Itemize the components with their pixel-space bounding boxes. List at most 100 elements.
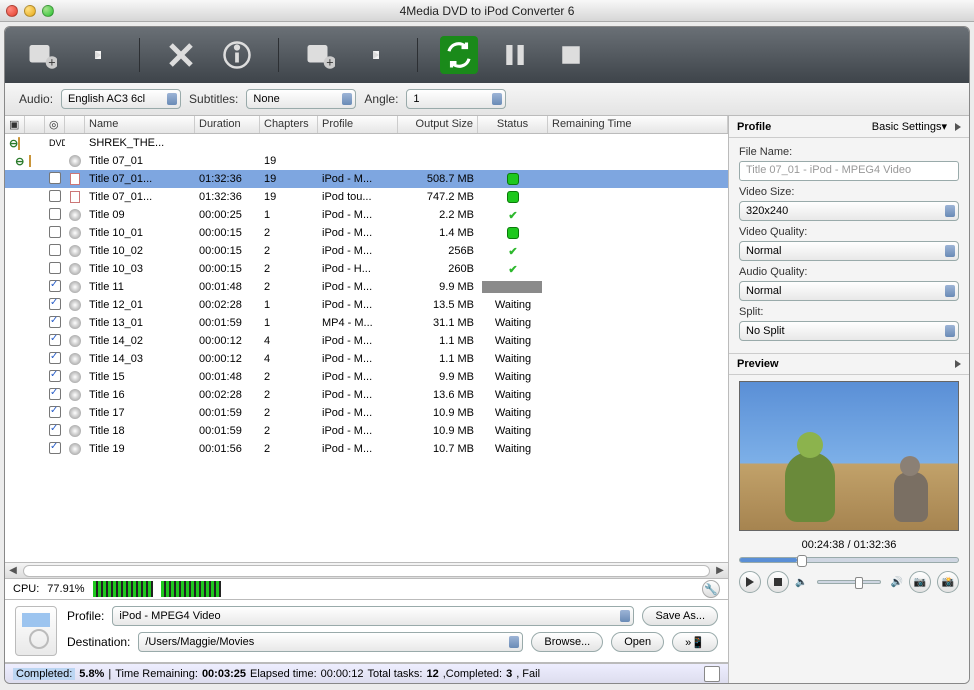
row-checkbox[interactable] — [49, 370, 61, 382]
delete-button[interactable] — [162, 36, 200, 74]
volume-max-icon: 🔊 — [891, 577, 903, 588]
videosize-select[interactable]: 320x240 — [739, 201, 959, 221]
main-toolbar: + + — [5, 27, 969, 83]
export-to-device-button[interactable]: »📱 — [672, 632, 718, 652]
ipod-icon — [15, 606, 57, 656]
browse-button[interactable]: Browse... — [531, 632, 603, 652]
col-name[interactable]: Name — [85, 116, 195, 133]
svg-text:+: + — [326, 55, 333, 69]
videoquality-select[interactable]: Normal▲▼ — [739, 241, 959, 261]
destination-select[interactable]: /Users/Maggie/Movies — [138, 632, 523, 652]
filename-field[interactable]: Title 07_01 - iPod - MPEG4 Video — [739, 161, 959, 181]
profile-select[interactable]: iPod - MPEG4 Video▲▼ — [112, 606, 634, 626]
table-row[interactable]: Title 12_0100:02:281iPod - M...13.5 MBWa… — [5, 296, 728, 314]
table-row[interactable]: Title 1900:01:562iPod - M...10.7 MBWaiti… — [5, 440, 728, 458]
table-row[interactable]: Title 14_0200:00:124iPod - M...1.1 MBWai… — [5, 332, 728, 350]
videoquality-label: Video Quality: — [739, 226, 959, 238]
convert-button[interactable] — [440, 36, 478, 74]
row-checkbox[interactable] — [49, 352, 61, 364]
col-status[interactable]: Status — [478, 116, 548, 133]
table-row[interactable]: Title 10_0200:00:152iPod - M...256B✔ — [5, 242, 728, 260]
table-row[interactable]: Title 1600:02:282iPod - M...13.6 MBWaiti… — [5, 386, 728, 404]
panel-next-button[interactable] — [955, 123, 961, 131]
table-row[interactable]: Title 1700:01:592iPod - M...10.9 MBWaiti… — [5, 404, 728, 422]
panel-profile-label: Profile — [737, 121, 771, 133]
audioquality-select[interactable]: Normal▲▼ — [739, 281, 959, 301]
open-button[interactable]: Open — [611, 632, 664, 652]
col-output[interactable]: Output Size — [398, 116, 478, 133]
table-row[interactable]: Title 13_0100:01:591MP4 - M...31.1 MBWai… — [5, 314, 728, 332]
angle-label: Angle: — [364, 92, 398, 106]
log-button[interactable] — [704, 666, 720, 682]
row-checkbox[interactable] — [49, 334, 61, 346]
table-row[interactable]: Title 1500:01:482iPod - M...9.9 MBWaitin… — [5, 368, 728, 386]
window-title: 4Media DVD to iPod Converter 6 — [0, 4, 974, 18]
preview-play-button[interactable] — [739, 571, 761, 593]
table-row[interactable]: ⊖ DVDSHREK_THE... — [5, 134, 728, 152]
cpu-row: CPU:77.91% 🔧 — [5, 578, 728, 600]
table-row[interactable]: Title 10_0100:00:152iPod - M...1.4 MB — [5, 224, 728, 242]
table-row[interactable]: Title 1800:01:592iPod - M...10.9 MBWaiti… — [5, 422, 728, 440]
add-file-button[interactable]: + — [23, 36, 61, 74]
table-row[interactable]: Title 07_01...01:32:3619iPod - M...508.7… — [5, 170, 728, 188]
row-checkbox[interactable] — [49, 280, 61, 292]
table-row[interactable]: Title 10_0300:00:152iPod - H...260B✔ — [5, 260, 728, 278]
volume-slider[interactable] — [817, 580, 880, 584]
split-label: Split: — [739, 306, 959, 318]
table-row[interactable]: Title 1100:01:482iPod - M...9.9 MB — [5, 278, 728, 296]
table-row[interactable]: Title 14_0300:00:124iPod - M...1.1 MBWai… — [5, 350, 728, 368]
row-checkbox[interactable] — [49, 190, 61, 202]
row-checkbox[interactable] — [49, 244, 61, 256]
col-check[interactable]: ◎ — [45, 116, 65, 133]
status-bar: Completed: 5.8% | Time Remaining: 00:03:… — [5, 663, 728, 683]
titlebar: 4Media DVD to iPod Converter 6 — [0, 0, 974, 22]
row-checkbox[interactable] — [49, 442, 61, 454]
col-toggle[interactable]: ▣ — [5, 116, 25, 133]
row-checkbox[interactable] — [49, 388, 61, 400]
basic-settings-dropdown[interactable]: Basic Settings▾ — [872, 120, 947, 133]
filename-label: File Name: — [739, 146, 959, 158]
audio-label: Audio: — [19, 92, 53, 106]
bottom-panel: Profile: iPod - MPEG4 Video▲▼ Save As...… — [5, 600, 728, 663]
col-duration[interactable]: Duration — [195, 116, 260, 133]
row-checkbox[interactable] — [49, 208, 61, 220]
row-checkbox[interactable] — [49, 226, 61, 238]
preview-expand-button[interactable] — [955, 360, 961, 368]
horizontal-scrollbar[interactable]: ◀▶ — [5, 562, 728, 578]
subtitles-label: Subtitles: — [189, 92, 238, 106]
save-as-button[interactable]: Save As... — [642, 606, 718, 626]
pause-button[interactable] — [496, 36, 534, 74]
row-checkbox[interactable] — [49, 316, 61, 328]
videosize-label: Video Size: — [739, 186, 959, 198]
table-row[interactable]: Title 07_01...01:32:3619iPod tou...747.2… — [5, 188, 728, 206]
col-chapters[interactable]: Chapters — [260, 116, 318, 133]
destination-label: Destination: — [67, 635, 130, 649]
row-checkbox[interactable] — [49, 172, 61, 184]
svg-text:+: + — [48, 55, 55, 69]
table-row[interactable]: ⊖Title 07_0119 — [5, 152, 728, 170]
angle-select[interactable]: 1▲▼ — [406, 89, 506, 109]
col-profile[interactable]: Profile — [318, 116, 398, 133]
row-checkbox[interactable] — [49, 298, 61, 310]
col-remaining[interactable]: Remaining Time — [548, 116, 728, 133]
settings-wrench-button[interactable]: 🔧 — [702, 580, 720, 598]
preview-stop-button[interactable] — [767, 571, 789, 593]
row-checkbox[interactable] — [49, 424, 61, 436]
profile-dropdown-button[interactable] — [357, 36, 395, 74]
info-button[interactable] — [218, 36, 256, 74]
row-checkbox[interactable] — [49, 406, 61, 418]
add-dropdown-button[interactable] — [79, 36, 117, 74]
volume-icon: 🔈 — [795, 577, 807, 588]
preview-seek-slider[interactable] — [739, 557, 959, 563]
add-profile-button[interactable]: + — [301, 36, 339, 74]
audio-select[interactable]: English AC3 6cl▲▼ — [61, 89, 181, 109]
split-select[interactable]: No Split▲▼ — [739, 321, 959, 341]
row-checkbox[interactable] — [49, 262, 61, 274]
cpu-graph-1 — [93, 581, 153, 597]
preview-viewport — [739, 381, 959, 531]
table-row[interactable]: Title 0900:00:251iPod - M...2.2 MB✔ — [5, 206, 728, 224]
snapshot-button[interactable]: 📸 — [937, 571, 959, 593]
snapshot-folder-button[interactable]: 📷 — [909, 571, 931, 593]
stop-button[interactable] — [552, 36, 590, 74]
subtitles-select[interactable]: None▲▼ — [246, 89, 356, 109]
